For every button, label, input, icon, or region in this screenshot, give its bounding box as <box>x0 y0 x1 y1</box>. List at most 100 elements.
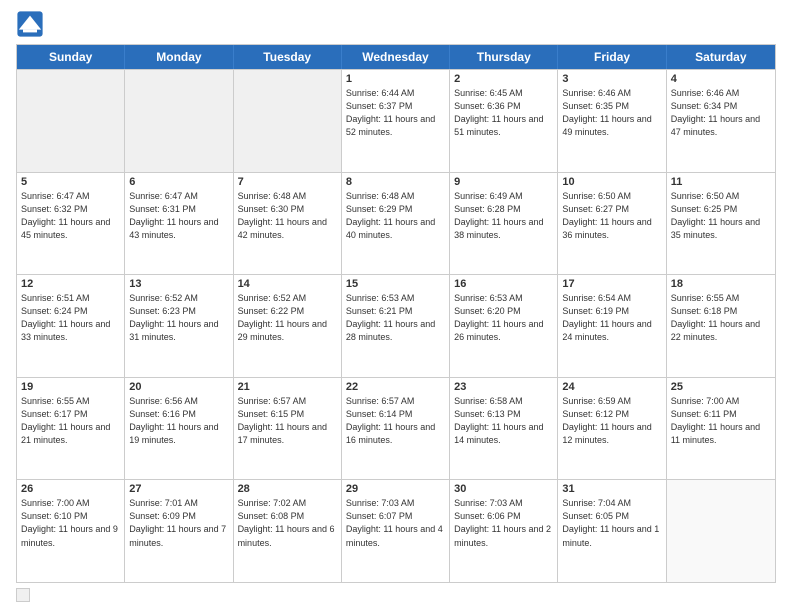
day-number: 9 <box>454 176 553 188</box>
cal-cell-day-12: 12 Sunrise: 6:51 AMSunset: 6:24 PMDayligh… <box>17 275 125 377</box>
day-info: Sunrise: 6:45 AMSunset: 6:36 PMDaylight:… <box>454 87 553 139</box>
day-number: 24 <box>562 381 661 393</box>
cal-cell-day-5: 5Sunrise: 6:47 AMSunset: 6:32 PMDaylight… <box>17 173 125 275</box>
day-info: Sunrise: 6:49 AMSunset: 6:28 PMDaylight:… <box>454 190 553 242</box>
day-number: 19 <box>21 381 120 393</box>
cal-cell-day-30: 30 Sunrise: 7:03 AMSunset: 6:06 PMDayligh… <box>450 480 558 582</box>
day-number: 2 <box>454 73 553 85</box>
day-info: Sunrise: 6:47 AMSunset: 6:32 PMDaylight:… <box>21 190 120 242</box>
cal-cell-day-6: 6 Sunrise: 6:47 AMSunset: 6:31 PMDaylight… <box>125 173 233 275</box>
day-number: 16 <box>454 278 553 290</box>
cal-week-2: 5Sunrise: 6:47 AMSunset: 6:32 PMDaylight… <box>17 172 775 275</box>
header <box>16 10 776 38</box>
cal-cell-empty <box>234 70 342 172</box>
day-number: 3 <box>562 73 661 85</box>
cal-header-cell-friday: Friday <box>558 45 666 69</box>
day-info: Sunrise: 6:57 AMSunset: 6:15 PMDaylight:… <box>238 395 337 447</box>
calendar: SundayMondayTuesdayWednesdayThursdayFrid… <box>16 44 776 583</box>
cal-cell-day-19: 19 Sunrise: 6:55 AMSunset: 6:17 PMDayligh… <box>17 378 125 480</box>
cal-cell-day-11: 11Sunrise: 6:50 AMSunset: 6:25 PMDayligh… <box>667 173 775 275</box>
day-info: Sunrise: 7:02 AMSunset: 6:08 PMDaylight:… <box>238 497 337 549</box>
day-info: Sunrise: 6:46 AMSunset: 6:34 PMDaylight:… <box>671 87 771 139</box>
day-number: 4 <box>671 73 771 85</box>
day-info: Sunrise: 6:46 AMSunset: 6:35 PMDaylight:… <box>562 87 661 139</box>
cal-cell-day-27: 27 Sunrise: 7:01 AMSunset: 6:09 PMDayligh… <box>125 480 233 582</box>
day-number: 13 <box>129 278 228 290</box>
cal-cell-day-1: 1Sunrise: 6:44 AMSunset: 6:37 PMDaylight… <box>342 70 450 172</box>
day-number: 22 <box>346 381 445 393</box>
calendar-body: 1Sunrise: 6:44 AMSunset: 6:37 PMDaylight… <box>17 69 775 582</box>
cal-cell-day-16: 16 Sunrise: 6:53 AMSunset: 6:20 PMDayligh… <box>450 275 558 377</box>
day-number: 21 <box>238 381 337 393</box>
cal-cell-day-28: 28Sunrise: 7:02 AMSunset: 6:08 PMDayligh… <box>234 480 342 582</box>
day-info: Sunrise: 6:50 AMSunset: 6:27 PMDaylight:… <box>562 190 661 242</box>
day-number: 15 <box>346 278 445 290</box>
cal-cell-day-14: 14 Sunrise: 6:52 AMSunset: 6:22 PMDayligh… <box>234 275 342 377</box>
cal-header-cell-tuesday: Tuesday <box>234 45 342 69</box>
cal-week-5: 26 Sunrise: 7:00 AMSunset: 6:10 PMDayligh… <box>17 479 775 582</box>
cal-week-4: 19 Sunrise: 6:55 AMSunset: 6:17 PMDayligh… <box>17 377 775 480</box>
day-info: Sunrise: 6:48 AMSunset: 6:29 PMDaylight:… <box>346 190 445 242</box>
day-number: 30 <box>454 483 553 495</box>
day-number: 25 <box>671 381 771 393</box>
day-number: 7 <box>238 176 337 188</box>
day-number: 14 <box>238 278 337 290</box>
cal-cell-day-7: 7 Sunrise: 6:48 AMSunset: 6:30 PMDaylight… <box>234 173 342 275</box>
cal-cell-empty <box>17 70 125 172</box>
cal-cell-day-17: 17 Sunrise: 6:54 AMSunset: 6:19 PMDayligh… <box>558 275 666 377</box>
day-info: Sunrise: 6:48 AMSunset: 6:30 PMDaylight:… <box>238 190 337 242</box>
day-info: Sunrise: 6:52 AMSunset: 6:23 PMDaylight:… <box>129 292 228 344</box>
cal-cell-empty <box>667 480 775 582</box>
day-number: 17 <box>562 278 661 290</box>
cal-header-cell-thursday: Thursday <box>450 45 558 69</box>
day-info: Sunrise: 7:01 AMSunset: 6:09 PMDaylight:… <box>129 497 228 549</box>
calendar-header-row: SundayMondayTuesdayWednesdayThursdayFrid… <box>17 45 775 69</box>
day-info: Sunrise: 6:59 AMSunset: 6:12 PMDaylight:… <box>562 395 661 447</box>
cal-cell-day-9: 9 Sunrise: 6:49 AMSunset: 6:28 PMDaylight… <box>450 173 558 275</box>
cal-week-3: 12 Sunrise: 6:51 AMSunset: 6:24 PMDayligh… <box>17 274 775 377</box>
cal-week-1: 1Sunrise: 6:44 AMSunset: 6:37 PMDaylight… <box>17 69 775 172</box>
day-info: Sunrise: 6:53 AMSunset: 6:20 PMDaylight:… <box>454 292 553 344</box>
cal-header-cell-saturday: Saturday <box>667 45 775 69</box>
day-info: Sunrise: 6:51 AMSunset: 6:24 PMDaylight:… <box>21 292 120 344</box>
cal-cell-empty <box>125 70 233 172</box>
cal-cell-day-25: 25Sunrise: 7:00 AMSunset: 6:11 PMDayligh… <box>667 378 775 480</box>
day-info: Sunrise: 7:03 AMSunset: 6:07 PMDaylight:… <box>346 497 445 549</box>
day-number: 27 <box>129 483 228 495</box>
day-number: 6 <box>129 176 228 188</box>
day-info: Sunrise: 6:50 AMSunset: 6:25 PMDaylight:… <box>671 190 771 242</box>
cal-cell-day-21: 21 Sunrise: 6:57 AMSunset: 6:15 PMDayligh… <box>234 378 342 480</box>
day-info: Sunrise: 6:53 AMSunset: 6:21 PMDaylight:… <box>346 292 445 344</box>
day-number: 10 <box>562 176 661 188</box>
cal-cell-day-31: 31Sunrise: 7:04 AMSunset: 6:05 PMDayligh… <box>558 480 666 582</box>
logo <box>16 10 46 38</box>
day-info: Sunrise: 6:54 AMSunset: 6:19 PMDaylight:… <box>562 292 661 344</box>
day-info: Sunrise: 7:04 AMSunset: 6:05 PMDaylight:… <box>562 497 661 549</box>
day-number: 26 <box>21 483 120 495</box>
cal-cell-day-23: 23 Sunrise: 6:58 AMSunset: 6:13 PMDayligh… <box>450 378 558 480</box>
day-info: Sunrise: 6:55 AMSunset: 6:17 PMDaylight:… <box>21 395 120 447</box>
cal-cell-day-26: 26 Sunrise: 7:00 AMSunset: 6:10 PMDayligh… <box>17 480 125 582</box>
day-info: Sunrise: 6:55 AMSunset: 6:18 PMDaylight:… <box>671 292 771 344</box>
day-info: Sunrise: 6:56 AMSunset: 6:16 PMDaylight:… <box>129 395 228 447</box>
logo-icon <box>16 10 44 38</box>
day-info: Sunrise: 6:47 AMSunset: 6:31 PMDaylight:… <box>129 190 228 242</box>
day-info: Sunrise: 6:58 AMSunset: 6:13 PMDaylight:… <box>454 395 553 447</box>
day-number: 29 <box>346 483 445 495</box>
page: SundayMondayTuesdayWednesdayThursdayFrid… <box>0 0 792 612</box>
cal-cell-day-10: 10 Sunrise: 6:50 AMSunset: 6:27 PMDayligh… <box>558 173 666 275</box>
day-info: Sunrise: 6:44 AMSunset: 6:37 PMDaylight:… <box>346 87 445 139</box>
footer-shading-box <box>16 588 30 602</box>
cal-cell-day-3: 3 Sunrise: 6:46 AMSunset: 6:35 PMDaylight… <box>558 70 666 172</box>
day-number: 12 <box>21 278 120 290</box>
cal-cell-day-18: 18Sunrise: 6:55 AMSunset: 6:18 PMDayligh… <box>667 275 775 377</box>
cal-header-cell-monday: Monday <box>125 45 233 69</box>
day-info: Sunrise: 7:00 AMSunset: 6:10 PMDaylight:… <box>21 497 120 549</box>
day-info: Sunrise: 6:52 AMSunset: 6:22 PMDaylight:… <box>238 292 337 344</box>
day-info: Sunrise: 7:03 AMSunset: 6:06 PMDaylight:… <box>454 497 553 549</box>
cal-cell-day-29: 29 Sunrise: 7:03 AMSunset: 6:07 PMDayligh… <box>342 480 450 582</box>
cal-cell-day-4: 4 Sunrise: 6:46 AMSunset: 6:34 PMDaylight… <box>667 70 775 172</box>
cal-cell-day-8: 8Sunrise: 6:48 AMSunset: 6:29 PMDaylight… <box>342 173 450 275</box>
cal-cell-day-13: 13 Sunrise: 6:52 AMSunset: 6:23 PMDayligh… <box>125 275 233 377</box>
day-number: 23 <box>454 381 553 393</box>
